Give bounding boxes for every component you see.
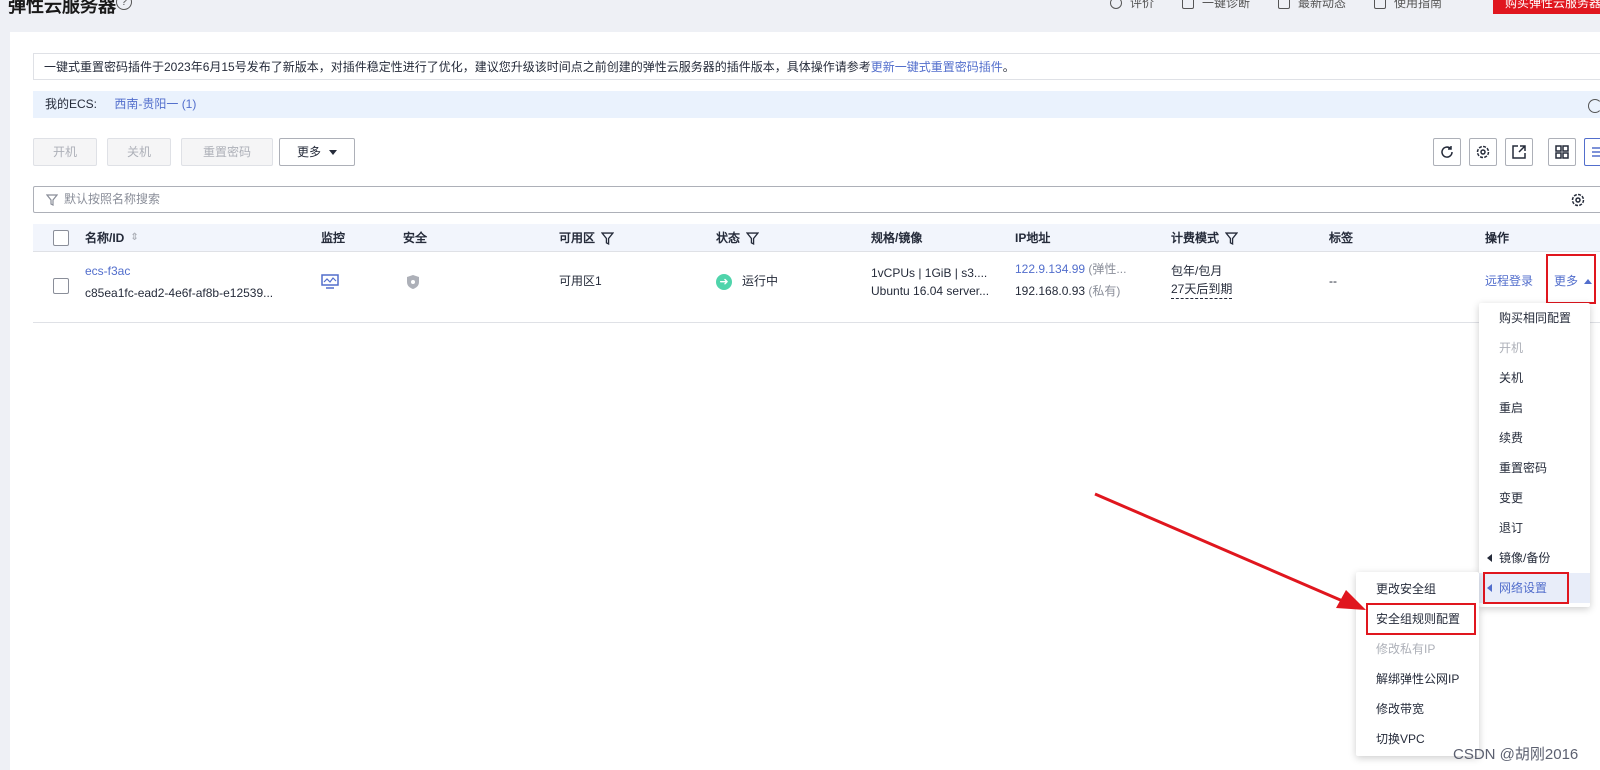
annotation-arrow [1094, 492, 1366, 610]
watermark: CSDN @胡刚2016 [1453, 746, 1579, 763]
